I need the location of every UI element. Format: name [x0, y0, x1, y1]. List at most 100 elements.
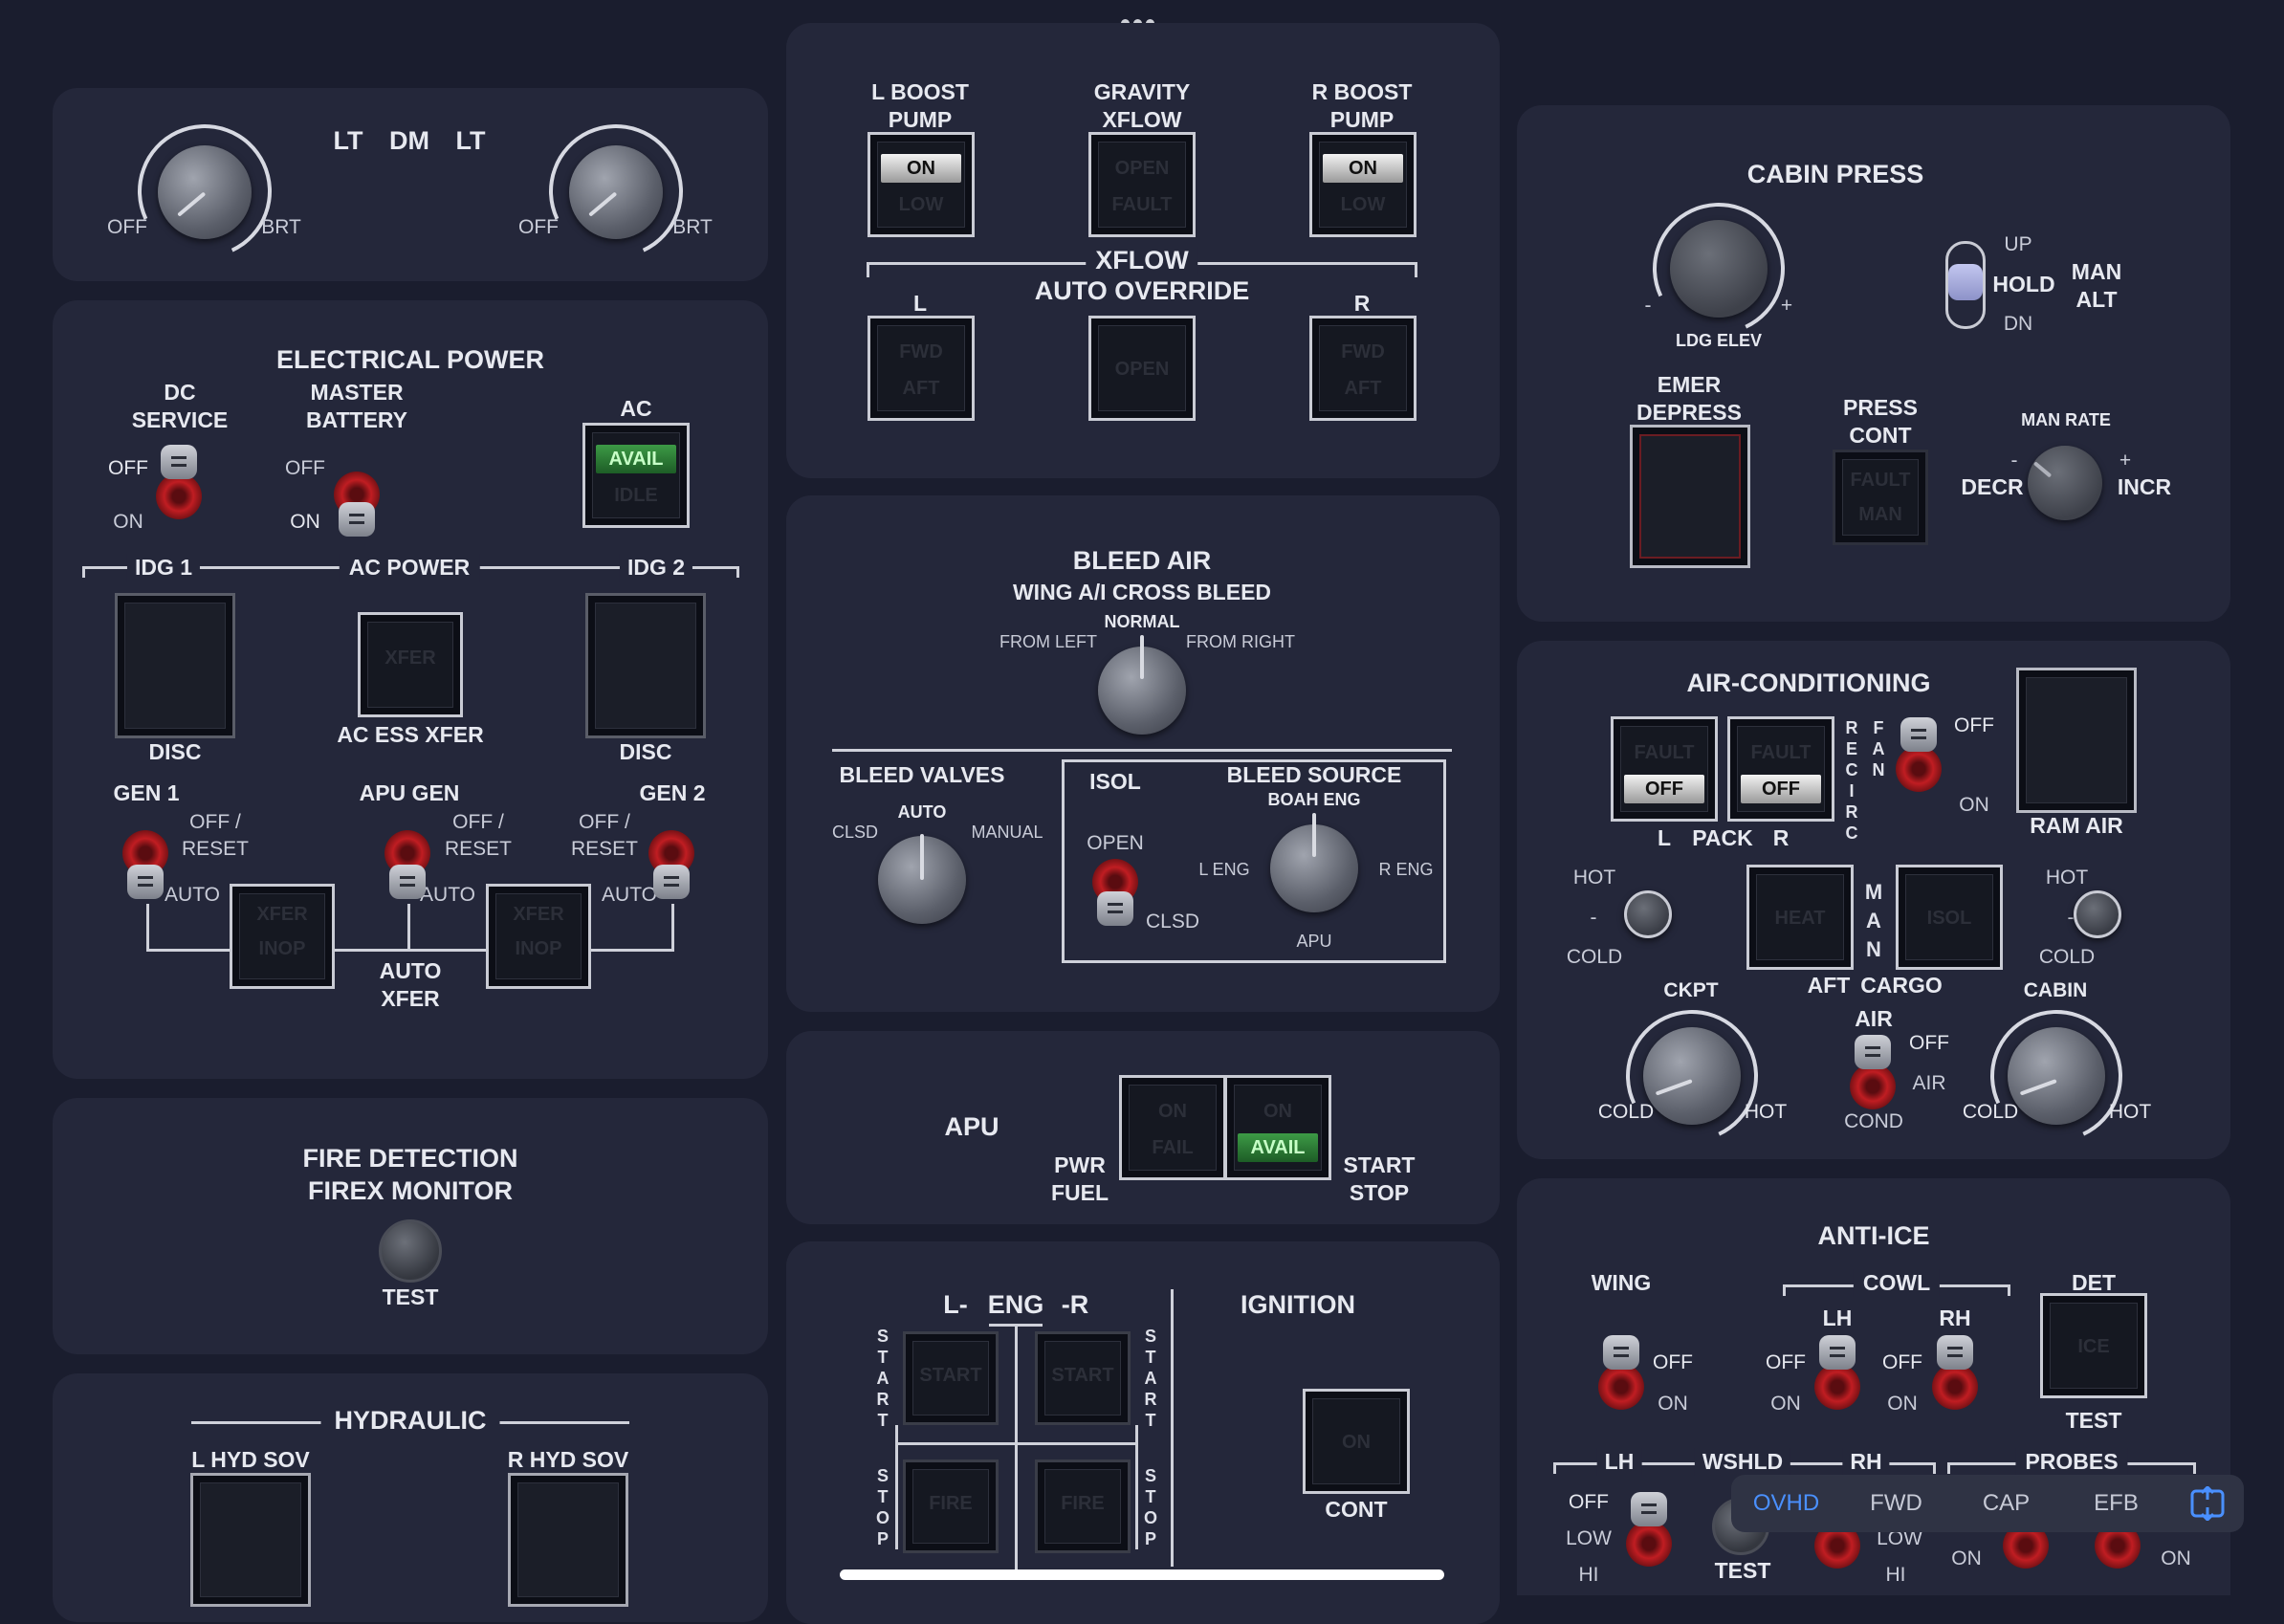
r-boost-pump-switch[interactable]: ON LOW: [1309, 132, 1417, 237]
isol-box-right: [1443, 759, 1446, 963]
apu-pwr-fuel-switch[interactable]: ON FAIL: [1119, 1075, 1226, 1180]
man-rate-label: MAN RATE: [2021, 410, 2111, 429]
ign-r-label: -R: [1061, 1290, 1089, 1319]
minus-label: -: [2010, 450, 2018, 472]
auto-xfer-left-switch[interactable]: XFER INOP: [230, 884, 335, 989]
aft-cargo-heat-switch[interactable]: HEAT: [1746, 865, 1854, 970]
ac-avail-switch[interactable]: AVAIL IDLE: [582, 423, 690, 528]
man-rate-knob[interactable]: [2028, 446, 2102, 520]
low-label: LOW: [1566, 1527, 1612, 1549]
xflow-l-switch[interactable]: FWD AFT: [867, 316, 975, 421]
idg2-label: IDG 2: [619, 554, 693, 582]
auto-label: AUTO: [897, 802, 947, 822]
off-reset-label: OFF / RESET: [181, 811, 250, 860]
ram-air-guard[interactable]: [2016, 668, 2137, 813]
probes-bracket-right: [2193, 1462, 2196, 1474]
xflow-override-switch[interactable]: OPEN: [1088, 316, 1196, 421]
ignition-cont-switch[interactable]: ON: [1303, 1389, 1410, 1494]
cabin-trim-knob[interactable]: [2074, 890, 2121, 938]
hot-label: HOT: [1744, 1101, 1788, 1123]
pack-r-label: R: [1772, 825, 1790, 850]
dm-label: DM: [389, 126, 429, 155]
stop-vertical-label: S T O P: [875, 1466, 889, 1548]
gen-bus-line: [333, 949, 486, 952]
hot-label: HOT: [1572, 867, 1616, 889]
apu-start-stop-switch[interactable]: ON AVAIL: [1224, 1075, 1331, 1180]
from-left-label: FROM LEFT: [999, 632, 1097, 651]
expand-icon[interactable]: [2171, 1475, 2244, 1532]
on-annunciator: ON: [1323, 154, 1403, 183]
man-vertical-label: M A N: [1864, 880, 1883, 961]
l-boost-pump-switch[interactable]: ON LOW: [867, 132, 975, 237]
ckpt-temp-knob[interactable]: [1643, 1027, 1741, 1125]
start-vertical-label: S T A R T: [876, 1327, 889, 1430]
cont-label: CONT: [1325, 1497, 1388, 1522]
knob-pointer: [1312, 813, 1316, 857]
off-label: OFF: [518, 216, 559, 238]
man-cargo-switch[interactable]: ISOL: [1896, 865, 2003, 970]
tab-ovhd[interactable]: OVHD: [1731, 1475, 1841, 1532]
lt-dim-knob-left[interactable]: [158, 145, 252, 239]
r-eng-start-switch[interactable]: START: [1035, 1331, 1131, 1425]
cabin-label: CABIN: [2023, 979, 2088, 1001]
man-alt-switch-cap[interactable]: [1948, 264, 1983, 300]
lt-dim-knob-right[interactable]: [569, 145, 663, 239]
idg1-disc-guard[interactable]: [115, 593, 235, 738]
xflow-l-label: L: [912, 291, 928, 316]
l-pack-switch[interactable]: FAULT OFF: [1611, 716, 1718, 822]
ac-ess-xfer-switch[interactable]: XFER: [358, 612, 463, 717]
apu-title: APU: [944, 1112, 999, 1141]
gen-bus-line: [146, 904, 149, 952]
disc-label: DISC: [619, 739, 672, 764]
off-label: OFF: [107, 216, 147, 238]
on-label: ON: [290, 511, 320, 533]
cabin-press-title: CABIN PRESS: [1746, 160, 1924, 188]
fire-title: FIRE DETECTION FIREX MONITOR: [302, 1144, 518, 1205]
gravity-xflow-switch[interactable]: OPEN FAULT: [1088, 132, 1196, 237]
auto-xfer-right-switch[interactable]: XFER INOP: [486, 884, 591, 989]
pwr-fuel-label: PWR FUEL: [1050, 1152, 1109, 1205]
on-label: ON: [1887, 1393, 1918, 1415]
tab-efb[interactable]: EFB: [2061, 1475, 2171, 1532]
r-hyd-sov-guard[interactable]: [508, 1473, 628, 1607]
off-label: OFF: [1882, 1351, 1922, 1373]
r-pack-switch[interactable]: FAULT OFF: [1727, 716, 1834, 822]
ac-label: AC: [620, 396, 652, 421]
ckpt-trim-knob[interactable]: [1624, 890, 1672, 938]
r-eng-stop-switch[interactable]: FIRE: [1035, 1459, 1131, 1553]
fire-test-button[interactable]: [379, 1219, 442, 1283]
start-vertical-label: S T A R T: [1144, 1327, 1157, 1430]
xflow-r-label: R: [1353, 291, 1371, 316]
emer-depress-guard[interactable]: [1630, 425, 1750, 568]
l-eng-stop-switch[interactable]: FIRE: [903, 1459, 999, 1553]
off-reset-label: OFF / RESET: [570, 811, 639, 860]
idg2-disc-guard[interactable]: [585, 593, 706, 738]
dn-label: DN: [2003, 313, 2033, 335]
det-test-switch[interactable]: ICE: [2040, 1293, 2147, 1398]
avail-annunciator: AVAIL: [596, 445, 676, 473]
probes-label: PROBES: [2015, 1448, 2128, 1476]
gen-bus-line: [591, 949, 674, 952]
l-hyd-sov-guard[interactable]: [190, 1473, 311, 1607]
ldg-elev-knob[interactable]: [1670, 220, 1768, 318]
cabin-temp-knob[interactable]: [2008, 1027, 2105, 1125]
l-eng-start-switch[interactable]: START: [903, 1331, 999, 1425]
hot-label: HOT: [2045, 867, 2089, 889]
tab-fwd[interactable]: FWD: [1841, 1475, 1951, 1532]
on-label: ON: [1959, 794, 1989, 816]
auto-label: AUTO: [165, 884, 220, 906]
xflow-r-switch[interactable]: FWD AFT: [1309, 316, 1417, 421]
ign-cross-v: [1015, 1324, 1018, 1570]
pack-label: PACK: [1692, 825, 1753, 850]
off-label: OFF: [1569, 1491, 1609, 1513]
ignition-divider: [1171, 1289, 1174, 1567]
l-hyd-sov-label: L HYD SOV: [191, 1447, 310, 1472]
auto-override-label: AUTO OVERRIDE: [1034, 276, 1250, 305]
on-label: ON: [2161, 1547, 2191, 1569]
press-cont-switch[interactable]: FAULT MAN: [1833, 450, 1928, 545]
auto-xfer-label: AUTO XFER: [379, 958, 442, 1011]
tab-cap[interactable]: CAP: [1951, 1475, 2061, 1532]
home-indicator[interactable]: [840, 1569, 1444, 1580]
off-label: OFF: [108, 457, 148, 479]
auto-label: AUTO: [602, 884, 657, 906]
